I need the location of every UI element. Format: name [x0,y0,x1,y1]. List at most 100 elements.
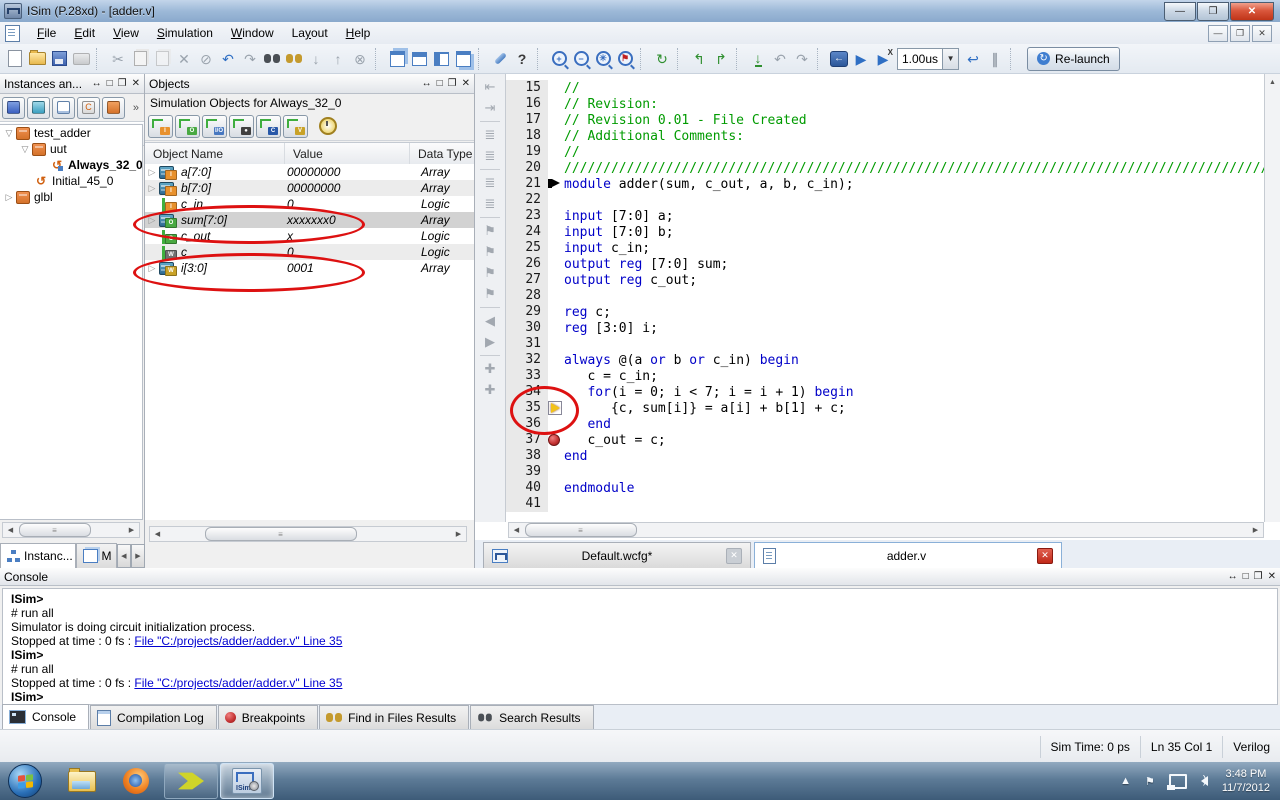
panel-close-icon[interactable]: ✕ [132,78,140,89]
object-row-c_in[interactable]: Ic_in 0 Logic [145,196,474,212]
nav-back-button[interactable]: ↶ [769,48,791,70]
scroll-left-icon[interactable]: ◀ [150,527,165,541]
save-button[interactable] [48,48,70,70]
nav-back-icon[interactable]: ◀ [480,312,500,330]
entry-marker-icon[interactable] [548,179,561,188]
goto-next-button[interactable]: ↱ [710,48,732,70]
zoom-out-button[interactable]: − [570,48,592,70]
stop-button[interactable]: ⊗ [349,48,371,70]
tab-close-icon[interactable]: ✕ [726,547,742,564]
mdi-restore-button[interactable]: ❐ [1230,24,1250,42]
nav-forward-button[interactable]: ↷ [791,48,813,70]
block-button[interactable]: ⊘ [195,48,217,70]
objects-hscrollbar[interactable]: ◀ ≡ ▶ [149,526,467,542]
redo-button[interactable]: ↷ [239,48,261,70]
run-all-button[interactable]: ▶ [850,48,872,70]
bookmark-clear-icon[interactable]: ⚑ [480,285,500,303]
restore-button[interactable]: ❐ [1197,1,1229,21]
goto-line-icon[interactable]: ≣ [480,126,500,144]
code-line-18[interactable]: 18 // Additional Comments: [506,128,1264,144]
tab-compilation-log[interactable]: Compilation Log [90,705,217,729]
print-button[interactable] [70,48,92,70]
run-time-combo[interactable]: 1.00us ▼ [897,47,960,70]
code-line-36[interactable]: 36 end [506,416,1264,432]
code-line-26[interactable]: 26 output reg [7:0] sum; [506,256,1264,272]
taskbar-ise-button[interactable] [164,763,218,799]
delete-button[interactable]: ✕ [173,48,195,70]
tile-horizontal-button[interactable] [408,48,430,70]
close-button[interactable]: ✕ [1230,1,1274,21]
preferences-button[interactable] [489,48,511,70]
taskbar-clock[interactable]: 3:48 PM 11/7/2012 [1222,767,1270,795]
code-line-17[interactable]: 17 // Revision 0.01 - File Created [506,112,1264,128]
object-row-i30[interactable]: ▷ Wi[3:0] 0001 Array [145,260,474,276]
toolbar-overflow-chevron[interactable]: » [133,102,142,114]
object-row-c[interactable]: Wc 0 Logic [145,244,474,260]
taskbar-explorer-button[interactable] [56,764,108,798]
source-filter-button[interactable] [52,96,75,119]
current-line-marker-icon[interactable] [548,401,562,415]
code-line-31[interactable]: 31 [506,336,1264,352]
speaker-icon[interactable] [1200,774,1208,786]
instances-hscrollbar[interactable]: ◀ ≡ ▶ [2,522,140,538]
row-expander-icon[interactable]: ▷ [145,263,159,274]
panel-dock-icon[interactable]: ❐ [1254,571,1263,582]
breakpoint-icon[interactable] [548,434,560,446]
menu-layout[interactable]: Layout [283,23,337,43]
code-line-23[interactable]: 23 input [7:0] a; [506,208,1264,224]
tree-item-glbl[interactable]: ▷ glbl [0,189,142,205]
menu-edit[interactable]: Edit [65,23,104,43]
filter-int-button[interactable]: ● [229,114,254,138]
goto-def-icon[interactable]: ≣ [480,174,500,192]
panel-maximize-icon[interactable]: □ [437,78,443,89]
line-numbers-icon[interactable]: ≣ [480,147,500,165]
find-in-files-button[interactable] [283,48,305,70]
pan-icon[interactable]: ✚ [480,360,500,378]
editor-vscrollbar[interactable]: ▲ [1264,74,1280,522]
filter-v-button[interactable]: V [283,114,308,138]
scroll-right-icon[interactable]: ▶ [451,527,466,541]
pause-button[interactable]: ∥ [984,48,1006,70]
taskbar-isim-button[interactable]: ISim [220,763,274,799]
editor-hscrollbar[interactable]: ◀ ≡ ▶ [508,522,1264,538]
taskbar-firefox-button[interactable] [110,764,162,798]
tab-find-in-files-results[interactable]: Find in Files Results [319,705,470,729]
code-line-22[interactable]: 22 [506,192,1264,208]
margin-icon[interactable]: ≣ [480,195,500,213]
bookmark-next-icon[interactable]: ⚑ [480,243,500,261]
filter-io-button[interactable]: I/O [202,114,227,138]
menu-help[interactable]: Help [337,23,380,43]
panel-close-icon[interactable]: ✕ [1268,571,1276,582]
editor-tab-defaultwcfg[interactable]: Default.wcfg* ✕ [483,542,751,568]
menu-window[interactable]: Window [222,23,283,43]
find-button[interactable] [261,48,283,70]
filter-c-button[interactable]: C [256,114,281,138]
object-row-c_out[interactable]: Oc_out x Logic [145,228,474,244]
mdi-close-button[interactable]: ✕ [1252,24,1272,42]
rerun-button[interactable]: ↩ [962,48,984,70]
code-line-29[interactable]: 29 reg c; [506,304,1264,320]
menu-file[interactable]: File [28,23,65,43]
start-button[interactable] [8,764,42,798]
console-link[interactable]: File "C:/projects/adder/adder.v" Line 35 [134,676,342,690]
tab-breakpoints[interactable]: Breakpoints [217,705,319,729]
column-object-name[interactable]: Object Name [145,143,285,165]
find-next-button[interactable]: ↓ [305,48,327,70]
entity-filter-button[interactable] [27,96,50,119]
object-row-a70[interactable]: ▷ Ia[7:0] 00000000 Array [145,164,474,180]
panel-float-icon[interactable]: ↔ [92,78,102,89]
layered-windows-button[interactable] [452,48,474,70]
code-line-20[interactable]: 20 //////////////////////////////////////… [506,160,1264,176]
code-line-35[interactable]: 35 {c, sum[i]} = a[i] + b[1] + c; [506,400,1264,416]
bookmark-toggle-icon[interactable]: ⚑ [480,222,500,240]
expander-icon[interactable]: ▽ [18,144,32,155]
action-center-flag-icon[interactable]: ⚑ [1145,775,1155,788]
filter-i-button[interactable]: I [148,114,173,138]
relaunch-button[interactable]: ↻ Re-launch [1027,46,1120,71]
expander-icon[interactable]: ▽ [2,128,16,139]
column-value[interactable]: Value [285,143,410,165]
row-expander-icon[interactable]: ▷ [145,215,159,226]
cascade-windows-button[interactable] [386,48,408,70]
panel-maximize-icon[interactable]: □ [1243,571,1249,582]
code-line-41[interactable]: 41 [506,496,1264,512]
